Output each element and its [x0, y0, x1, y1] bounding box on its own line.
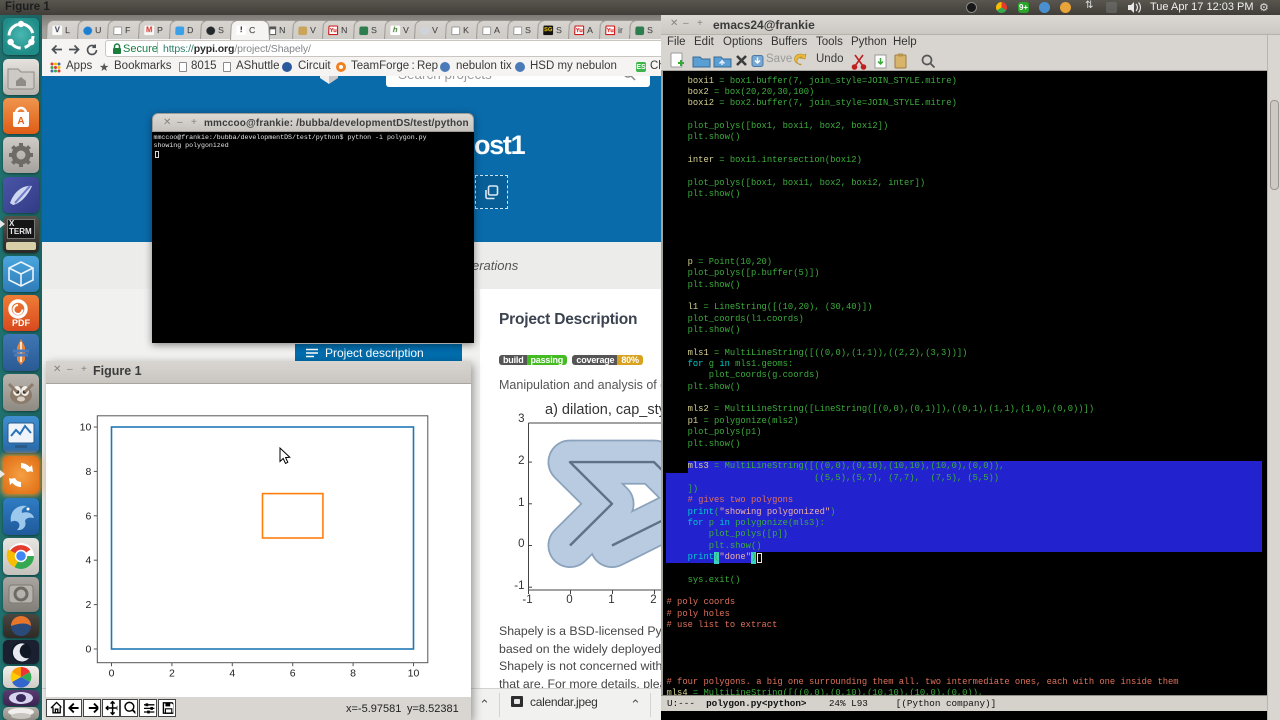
svg-text:PDF: PDF — [12, 318, 31, 328]
svg-text:0: 0 — [109, 668, 115, 680]
svg-text:A: A — [17, 116, 24, 127]
svg-text:8: 8 — [350, 668, 356, 680]
svg-text:2: 2 — [169, 668, 175, 680]
svg-text:10: 10 — [80, 422, 92, 434]
svg-text:6: 6 — [290, 668, 296, 680]
svg-text:10: 10 — [408, 668, 420, 680]
svg-text:0: 0 — [85, 644, 91, 656]
svg-text:6: 6 — [85, 510, 91, 522]
svg-text:8: 8 — [85, 466, 91, 478]
svg-text:4: 4 — [229, 668, 235, 680]
svg-text:4: 4 — [85, 555, 91, 567]
svg-text:2: 2 — [85, 599, 91, 611]
